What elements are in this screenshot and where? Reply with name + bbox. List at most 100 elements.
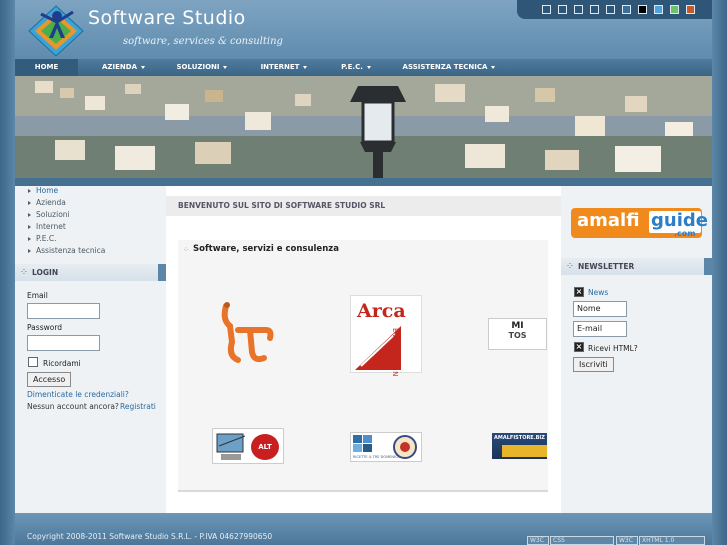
recipe-tiles-icon [353,435,372,452]
password-label: Password [27,323,63,332]
menu-item-assistenza[interactable]: Assistenza tecnica [36,246,105,255]
arca-subtitle: EVOLUTION [391,328,399,378]
login-heading-text: LOGIN [32,268,59,277]
arca-evolution-logo[interactable]: Arca EVOLUTION [350,295,422,377]
nav-pec-label: P.E.C. [341,63,363,71]
nav-soluzioni-label: SOLUZIONI [176,63,220,71]
mitos-logo[interactable]: MI TOS [488,318,547,350]
page-heading: BENVENUTO SUL SITO DI SOFTWARE STUDIO SR… [166,196,561,216]
arrow-right-icon [28,225,31,229]
nav-soluzioni[interactable]: SOLUZIONI [167,59,237,76]
amalfiguide-brand-left: amalfi [577,210,640,231]
menu-item-azienda[interactable]: Azienda [36,198,66,207]
news-checkbox[interactable]: × [574,287,584,297]
arrow-right-icon [28,213,31,217]
menu-item-internet[interactable]: Internet [36,222,66,231]
style-black-icon[interactable] [638,5,647,14]
newsletter-email-field[interactable]: E-mail [573,321,627,337]
right-edge [712,0,727,545]
password-field[interactable] [27,335,100,351]
remember-checkbox[interactable] [28,357,38,367]
font-reset-icon[interactable] [606,5,615,14]
copyright-text: Copyright 2008-2011 Software Studio S.R.… [27,532,273,541]
nav-assistenza-label: ASSISTENZA TECNICA [402,63,488,71]
nav-home[interactable]: HOME [15,59,78,76]
newsletter-heading: ⁘ NEWSLETTER [561,258,712,275]
remember-label: Ricordami [43,359,81,368]
nav-home-label: HOME [34,63,59,71]
amalfiguide-ad[interactable]: amalfi guide .com [571,208,708,239]
login-heading: ⁘ LOGIN [15,264,166,281]
alt-logo[interactable]: ALT [212,428,284,464]
font-decrease-icon[interactable] [590,5,599,14]
site-title[interactable]: Software Studio [88,7,246,29]
logo-icon[interactable] [27,4,85,58]
amalfiguide-tld: .com [674,229,696,238]
arrow-right-icon [28,249,31,253]
no-account-text: Nessun account ancora? [27,402,119,411]
header-banner [15,76,712,178]
xhtml-badge[interactable]: XHTML 1.0 [639,536,705,545]
site-slogan: software, services & consulting [123,36,283,47]
arrow-right-icon [28,201,31,205]
register-link[interactable]: Registrati [120,402,156,411]
mitos-title-2: TOS [508,331,527,340]
amalfiguide-brand-right: guide [651,210,708,231]
banner-town-image [15,76,712,178]
nav-internet-label: INTERNET [260,63,300,71]
layout-narrow-icon[interactable] [542,5,551,14]
amalfistore-logo[interactable]: AMALFISTORE.BIZ [492,433,547,459]
main-nav: HOME AZIENDA SOLUZIONI INTERNET P.E.C. A… [15,59,712,76]
nav-azienda-label: AZIENDA [102,63,137,71]
email-field[interactable] [27,303,100,319]
nav-assistenza[interactable]: ASSISTENZA TECNICA [397,59,501,76]
news-label: News [588,288,609,297]
w3c-badge-2[interactable]: W3C [616,536,638,545]
toolbar [517,0,712,19]
banner-divider [15,178,712,186]
font-increase-icon[interactable] [574,5,583,14]
nav-internet[interactable]: INTERNET [250,59,318,76]
newsletter-name-field[interactable]: Nome [573,301,627,317]
arrow-right-icon [28,189,31,193]
caret-down-icon [140,65,145,69]
nav-azienda[interactable]: AZIENDA [91,59,156,76]
html-checkbox[interactable]: × [574,342,584,352]
caret-down-icon [223,65,228,69]
module-bullet-icon: ⁘ [183,246,189,254]
caret-down-icon [303,65,308,69]
menu-item-pec[interactable]: P.E.C. [36,234,56,243]
layout-wide-icon[interactable] [558,5,567,14]
arca-title: Arca [357,300,406,322]
style-lightblue-icon[interactable] [654,5,663,14]
style-blue-icon[interactable] [622,5,631,14]
alt-badge: ALT [251,434,279,460]
orange-figure-logo[interactable] [218,300,276,370]
module-bullet-icon: ⁘ [21,268,27,276]
css-badge[interactable]: CSS [550,536,614,545]
recipe-logo[interactable]: RICETTE IL TRE DOMENICO [350,432,422,462]
menu-item-home[interactable]: Home [36,186,58,195]
caret-down-icon [491,65,496,69]
left-edge [0,0,15,545]
newsletter-heading-text: NEWSLETTER [578,262,635,271]
style-orange-icon[interactable] [686,5,695,14]
recipe-caption: RICETTE IL TRE DOMENICO [353,455,401,459]
amalfistore-title: AMALFISTORE.BIZ [494,435,545,441]
style-green-icon[interactable] [670,5,679,14]
computer-illustration-icon [216,433,246,460]
arrow-right-icon [28,237,31,241]
email-label: Email [27,291,48,300]
section-title: Software, servizi e consulenza [193,244,339,254]
login-button[interactable]: Accesso [27,372,72,387]
menu-item-soluzioni[interactable]: Soluzioni [36,210,70,219]
subscribe-button[interactable]: Iscriviti [573,357,614,372]
caret-down-icon [366,65,371,69]
w3c-badge[interactable]: W3C [527,536,549,545]
module-bullet-icon: ⁘ [567,262,573,270]
forgot-credentials-link[interactable]: Dimenticate le credenziali? [27,390,129,399]
mitos-title: MI [511,321,524,331]
nav-pec[interactable]: P.E.C. [328,59,384,76]
html-label: Ricevi HTML? [588,344,638,353]
amalfistore-stripe [502,445,547,457]
